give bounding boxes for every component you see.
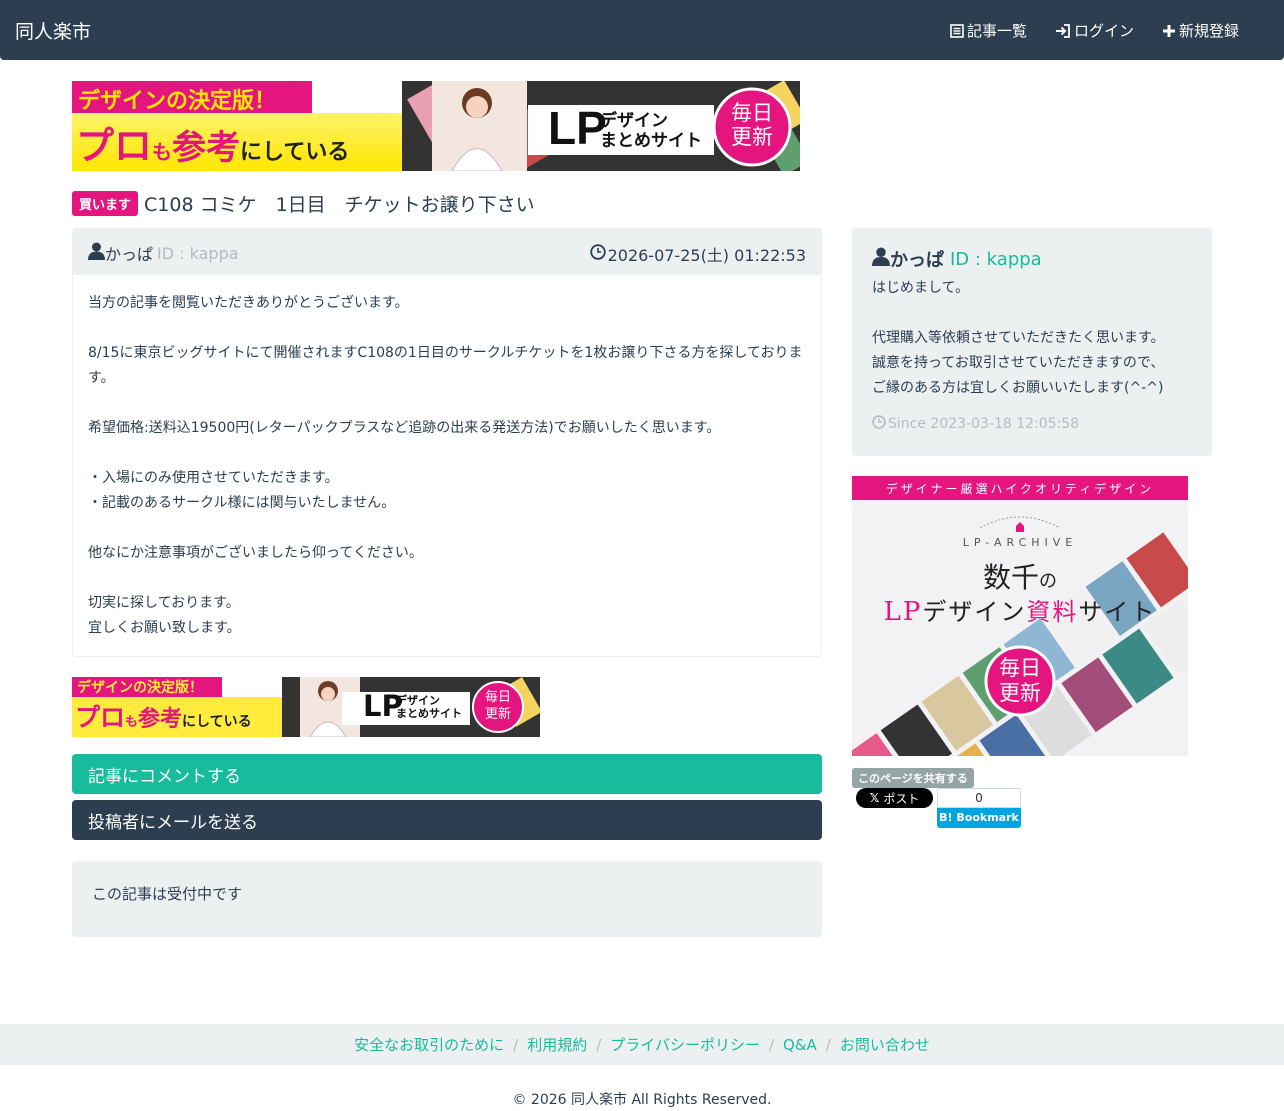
bio-line: 誠意を持ってお取引させていただきますので、 [872, 355, 1165, 371]
footer-link-qa[interactable]: Q&A [783, 1036, 817, 1054]
footer-separator: / [825, 1035, 831, 1054]
hatena-bookmark-button[interactable]: 0 B! Bookmark [937, 788, 1021, 828]
since-text: Since 2023-03-18 12:05:58 [888, 416, 1080, 432]
user-icon [88, 242, 105, 264]
nav-article-list-label: 記事一覧 [966, 22, 1027, 40]
x-logo-icon: 𝕏 [869, 791, 880, 805]
footer-separator: / [768, 1035, 775, 1054]
footer-link-terms[interactable]: 利用規約 [527, 1034, 587, 1055]
user-icon [872, 247, 890, 271]
banner-mid-lp-sub: デザイン まとめサイト [396, 694, 462, 720]
body-line [88, 441, 806, 466]
footer-separator: / [513, 1035, 519, 1054]
plus-icon [1162, 24, 1176, 38]
banner-top-lp-sub: デザイン まとめサイト [600, 111, 702, 151]
author-name: かっぱ [105, 245, 154, 264]
banner-top-lp: LP [548, 102, 607, 154]
post-title-row: 買います C108 コミケ 1日目 チケットお譲り下さい [72, 190, 535, 217]
profile-id: ID : kappa [950, 248, 1042, 270]
list-icon [950, 23, 964, 38]
profile-card: かっぱ ID : kappa はじめまして。 代理購入等依頼させていただきたく思… [852, 228, 1212, 456]
bio-line: 代理購入等依頼させていただきたく思います。 [872, 330, 1165, 346]
x-post-label: ポスト [883, 791, 920, 806]
nav-login-label: ログイン [1073, 22, 1134, 40]
body-line: ・記載のあるサークル様には関与いたしません。 [88, 495, 396, 511]
article-body: 当方の記事を閲覧いただきありがとうございます。 8/15に東京ビッグサイトにて開… [73, 275, 821, 657]
timestamp-text: 2026-07-25(土) 01:22:53 [607, 246, 806, 265]
footer-link-safety[interactable]: 安全なお取引のために [354, 1034, 504, 1055]
banner-top-tagline: プロも参考にしている [76, 123, 350, 168]
banner-side-archive: LP-ARCHIVE [962, 536, 1078, 549]
nav-article-list[interactable]: 記事一覧 [950, 20, 1027, 41]
status-text: この記事は受付中です [92, 885, 243, 903]
profile-name: かっぱ [890, 250, 944, 271]
post-timestamp: 2026-07-25(土) 01:22:53 [589, 242, 806, 266]
banner-top-headline: デザインの決定版！ [78, 89, 277, 114]
author-id: ID : kappa [157, 243, 239, 263]
banner-mid-tagline: プロも参考にしている [75, 703, 252, 732]
body-line [88, 516, 806, 541]
body-line [88, 566, 806, 591]
x-post-button[interactable]: 𝕏 ポスト [856, 788, 933, 808]
nav-links: 記事一覧 ログイン 新規登録 [950, 20, 1239, 41]
banner-mid-daily: 毎日 更新 [484, 690, 511, 722]
footer-link-contact[interactable]: お問い合わせ [840, 1034, 930, 1055]
clock-icon [589, 244, 606, 264]
footer-links: 安全なお取引のために / 利用規約 / プライバシーポリシー / Q&A / お… [0, 1024, 1284, 1065]
share-label: このページを共有する [852, 768, 974, 788]
body-line: 8/15に東京ビッグサイトにて開催されますC108の1日目のサークルチケットを1… [88, 345, 803, 386]
article-author[interactable]: かっぱ ID : kappa [88, 241, 239, 265]
nav-login[interactable]: ログイン [1055, 20, 1134, 41]
login-icon [1055, 23, 1071, 38]
ad-banner-middle[interactable]: デザインの決定版！ プロも参考にしている LP デザイン まとめサイト 毎日 更新 [72, 677, 540, 737]
nav-register[interactable]: 新規登録 [1162, 20, 1239, 41]
post-title: C108 コミケ 1日目 チケットお譲り下さい [144, 194, 535, 216]
body-line: 切実に探しております。 [88, 595, 240, 611]
ad-banner-side[interactable]: デザイナー厳選ハイクオリティデザイン LP-ARCHIVE 数千の LPデザイン… [852, 476, 1188, 756]
navbar: 同人楽市 記事一覧 ログイン 新規登録 [0, 0, 1284, 60]
nav-register-label: 新規登録 [1178, 22, 1239, 40]
send-mail-button[interactable]: 投稿者にメールを送る [72, 800, 822, 840]
banner-mid-headline: デザインの決定版！ [77, 680, 203, 696]
banner-side-line1: 数千の [982, 561, 1057, 594]
body-line [88, 391, 806, 416]
body-line: 当方の記事を閲覧いただきありがとうございます。 [88, 295, 409, 311]
body-line: 他なにか注意事項がございましたら仰ってください。 [88, 545, 423, 561]
body-line: ・入場にのみ使用させていただきます。 [88, 470, 339, 486]
status-well: この記事は受付中です [72, 861, 822, 937]
bio-line [872, 301, 1192, 326]
copyright: © 2026 同人楽市 All Rights Reserved. [512, 1092, 772, 1108]
banner-side-daily: 毎日 更新 [999, 656, 1041, 705]
clock-icon [872, 415, 886, 433]
profile-since: Since 2023-03-18 12:05:58 [872, 415, 1192, 433]
buy-badge: 買います [72, 191, 139, 216]
banner-side-line2: LPデザイン資料サイト [883, 597, 1157, 627]
brand-logo[interactable]: 同人楽市 [15, 17, 91, 44]
body-line: 希望価格:送料込19500円(レターパックプラスなど追跡の出来る発送方法)でお願… [88, 420, 721, 436]
bio-line: ご縁のある方は宜しくお願いいたします(^-^) [872, 380, 1164, 396]
footer-separator: / [596, 1035, 602, 1054]
profile-bio: はじめまして。 代理購入等依頼させていただきたく思います。 誠意を持ってお取引さ… [872, 276, 1192, 401]
footer-link-privacy[interactable]: プライバシーポリシー [610, 1034, 760, 1055]
profile-author[interactable]: かっぱ ID : kappa [872, 246, 1192, 272]
banner-top-daily: 毎日 更新 [731, 101, 773, 149]
hatena-count: 0 [937, 788, 1021, 808]
article-panel: かっぱ ID : kappa 2026-07-25(土) 01:22:53 当方… [72, 228, 822, 657]
hatena-b-icon: B! [939, 811, 953, 824]
article-panel-header: かっぱ ID : kappa 2026-07-25(土) 01:22:53 [73, 229, 821, 275]
bio-line: はじめまして。 [872, 280, 970, 296]
body-line: 宜しくお願い致します。 [88, 620, 241, 636]
hatena-label: B! Bookmark [937, 808, 1021, 828]
banner-side-top: デザイナー厳選ハイクオリティデザイン [885, 482, 1155, 496]
body-line [88, 316, 806, 341]
comment-button[interactable]: 記事にコメントする [72, 754, 822, 794]
ad-banner-top[interactable]: デザインの決定版！ プロも参考にしている LP デザイン まとめサイト 毎日 更新 [72, 81, 800, 171]
